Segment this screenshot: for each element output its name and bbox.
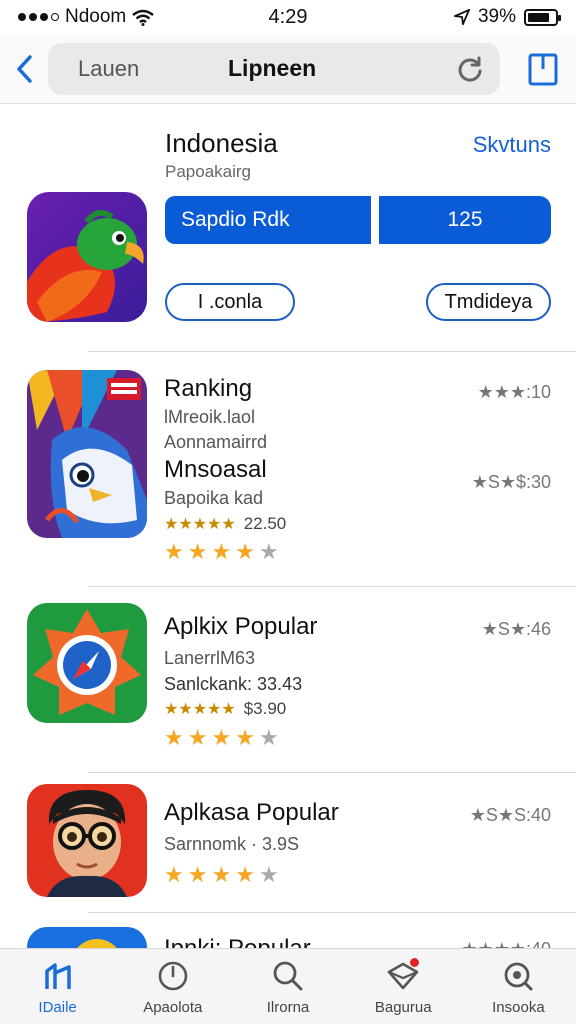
battery-icon [524,8,561,26]
star-icon: ★ [187,539,208,564]
rating-value: 22.50 [243,514,287,533]
search-icon[interactable] [271,959,305,993]
tab-bar: IDaile Apaolota Ilrorna Bagurua Insooka [0,948,576,1024]
star-icon: ★ [187,725,208,750]
list-item[interactable]: Aplkasa Popular Sarnnomk · 3.9S ★ ★ ★ ★ … [0,773,576,913]
back-chevron-icon[interactable] [10,49,38,89]
app-meta: ★S★:46 [481,619,551,639]
tab-label[interactable]: Bagurua [375,999,432,1016]
tab-apps[interactable]: Apaolota [115,949,230,1024]
list-item[interactable]: Aplkix Popular LanerrlM63 Sanlckank: 33.… [0,587,576,772]
featured-section: Indonesia Papoakairg Skvtuns Sapdio Rdk … [0,105,576,351]
parrot-app-icon[interactable] [27,192,147,322]
tab-label[interactable]: Insooka [492,999,545,1016]
star-icon: ★ [164,725,184,750]
back-label[interactable]: Lauen [78,56,228,82]
app-title: Mnsoasal [164,456,267,483]
app-meta: ★S★S:40 [469,805,551,825]
tab-updates[interactable]: Bagurua [346,949,461,1024]
star-rating: ★ ★ ★ ★ ★ [164,864,279,886]
rating-stars-text: ★★★★★ [164,516,236,533]
app-title: Aplkasa Popular [164,799,339,826]
rating-stars-text: ★★★★★ [164,701,236,718]
status-bar: Ndoom 4:29 39% [0,0,576,34]
star-rating: ★ ★ ★ ★ ★ [164,727,279,749]
bird-app-icon[interactable] [27,370,147,538]
featured-pill-right[interactable]: Tmdideya [426,283,551,321]
app-subtitle: Bapoika kad [164,488,264,508]
search-alt-icon[interactable] [501,959,535,993]
wifi-icon [132,9,155,26]
rating-value: $3.90 [243,699,287,718]
carrier-label: Ndoom [65,6,127,27]
featured-link[interactable]: Skvtuns [473,132,551,158]
star-icon: ★ [235,862,255,887]
status-left: Ndoom [18,6,198,28]
featured-pill-left[interactable]: I .conla [165,283,295,321]
star-icon: ★ [187,862,208,887]
app-title: Ranking [164,375,253,402]
status-time: 4:29 [268,5,308,28]
rating-row: ★★★★★ $3.90 [164,699,286,719]
list-item[interactable]: Ranking lMreoik.laol Aonnamairrd ★★★:10 … [0,352,576,585]
tab-search[interactable]: Ilrorna [230,949,345,1024]
star-icon: ★ [211,862,232,887]
app-subtitle: Sarnnomk · 3.9S [164,834,300,854]
reload-icon[interactable] [454,53,486,85]
app-title: Ipnki: Popular [164,935,311,948]
tab-label[interactable]: IDaile [38,999,76,1016]
star-icon: ★ [211,539,232,564]
tab-home[interactable]: IDaile [0,949,115,1024]
avatar-app-icon[interactable] [27,784,147,897]
address-field[interactable]: Lauen Lipneen [48,42,500,95]
app-subtitle: lMreoik.laol [164,407,256,427]
notification-icon[interactable] [386,957,421,993]
signal-icon [18,13,59,21]
home-icon[interactable] [41,959,75,993]
star-empty-icon: ★ [258,539,279,564]
navigation-bar: Lauen Lipneen [0,34,576,104]
app-title: Aplkix Popular [164,613,318,640]
featured-primary-button[interactable]: Sapdio Rdk [165,196,371,244]
star-icon: ★ [164,862,184,887]
star-icon: ★ [211,725,232,750]
app-subtitle: LanerrlM63 [164,648,256,668]
star-icon: ★ [235,725,255,750]
list-item[interactable]: Ipnki: Popular ★★★★:40 [0,913,576,948]
tab-label[interactable]: Ilrorna [267,999,310,1016]
star-empty-icon: ★ [258,862,279,887]
tab-discover[interactable]: Insooka [461,949,576,1024]
tab-label[interactable]: Apaolota [143,999,202,1016]
featured-count-button[interactable]: 125 [379,196,551,244]
star-icon: ★ [164,539,184,564]
compass-app-icon[interactable] [27,603,147,723]
app-meta: ★S★$:30 [471,472,551,492]
page-title: Lipneen [228,55,317,81]
clock-icon[interactable] [156,959,190,993]
app-subtitle: Sanlckank: 33.43 [164,674,303,694]
star-rating: ★ ★ ★ ★ ★ [164,541,279,563]
star-empty-icon: ★ [258,725,279,750]
app-meta: ★★★:10 [477,382,551,402]
location-arrow-icon [453,9,470,25]
star-icon: ★ [235,539,255,564]
app-subtitle: Aonnamairrd [164,432,268,452]
battery-percent: 39% [477,6,516,27]
app-meta: ★★★★:40 [461,939,551,948]
share-icon[interactable] [526,47,560,91]
partial-app-icon[interactable] [27,927,147,948]
featured-subtitle: Papoakairg [165,162,252,181]
featured-title: Indonesia [165,128,278,158]
status-right: 39% [378,6,561,28]
rating-row: ★★★★★ 22.50 [164,514,286,534]
